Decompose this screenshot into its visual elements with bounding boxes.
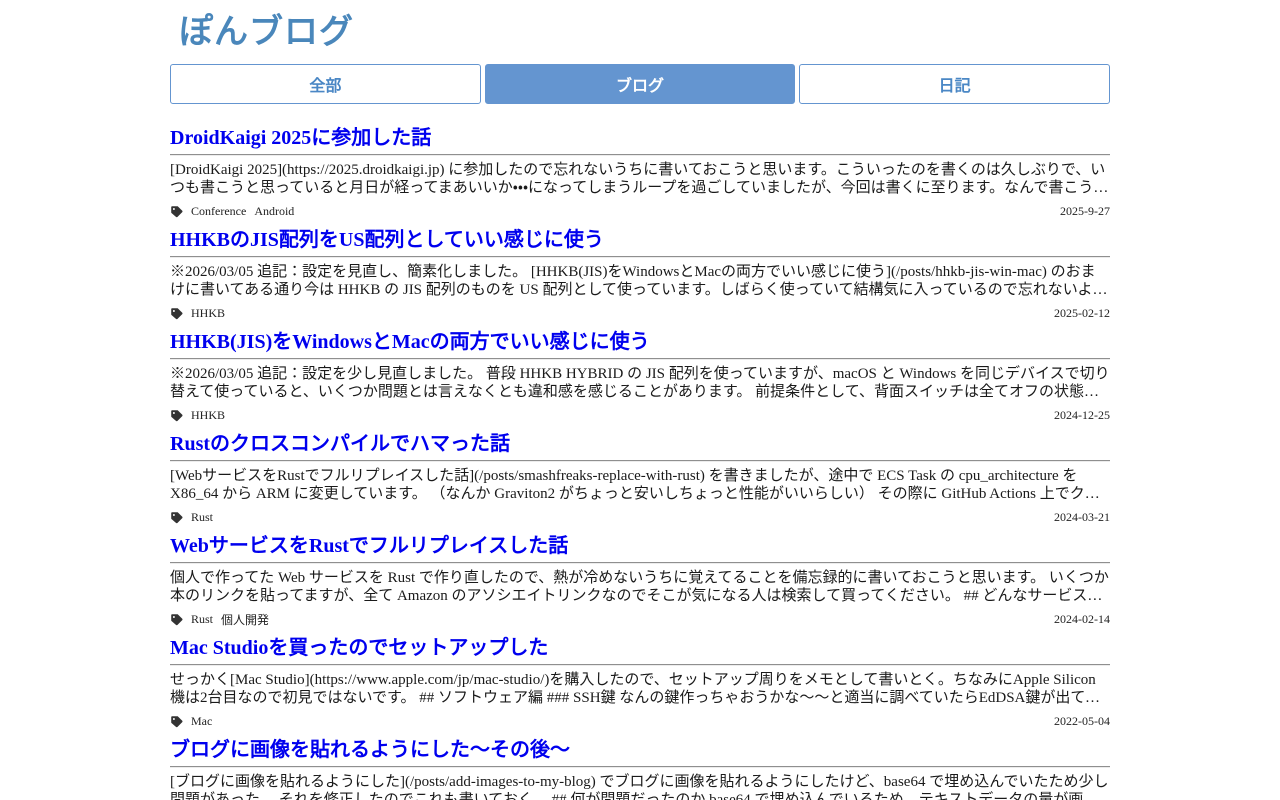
tag-label[interactable]: Android [254, 204, 294, 219]
tab-label: ブログ [616, 77, 665, 95]
post-meta: Rust 2024-03-21 [170, 510, 1110, 525]
post-excerpt: 個人で作ってた Web サービスを Rust で作り直したので、熱が冷めないうち… [170, 569, 1109, 605]
post-meta: HHKB 2024-12-25 [170, 408, 1110, 423]
tag-label[interactable]: 個人開発 [221, 611, 269, 628]
post: DroidKaigi 2025に参加した話 [DroidKaigi 2025](… [170, 126, 1110, 219]
post-tags: Conference Android [170, 204, 294, 219]
post-tags: Rust 個人開発 [170, 611, 269, 628]
tag-icon [170, 409, 183, 422]
tag-icon [170, 715, 183, 728]
post: ブログに画像を貼れるようにした〜その後〜 [ブログに画像を貼れるようにした](/… [170, 738, 1110, 800]
post-title-link[interactable]: Mac Studioを買ったのでセットアップした [170, 636, 548, 661]
title-divider [170, 459, 1110, 462]
post-title-link[interactable]: DroidKaigi 2025に参加した話 [170, 126, 431, 151]
tag-label[interactable]: Rust [191, 510, 213, 525]
title-divider [170, 255, 1110, 258]
title-divider [170, 153, 1110, 156]
tab-label: 日記 [938, 77, 971, 95]
page-container: ぽんブログ 全部 ブログ 日記 DroidKaigi 2025に参加した話 [D… [170, 12, 1111, 800]
post-tags: HHKB [170, 408, 225, 423]
post-meta: Rust 個人開発 2024-02-14 [170, 612, 1110, 627]
post: Rustのクロスコンパイルでハマった話 [WebサービスをRustでフルリプレイ… [170, 432, 1110, 525]
post-date: 2022-05-04 [1054, 713, 1110, 728]
tab-bar: 全部 ブログ 日記 [170, 63, 1111, 104]
post-excerpt: ※2026/03/05 追記：設定を見直し、簡素化しました。 [HHKB(JIS… [170, 263, 1108, 299]
post-excerpt: せっかく[Mac Studio](https://www.apple.com/j… [170, 671, 1100, 707]
title-divider [170, 765, 1110, 768]
tag-icon [170, 511, 183, 524]
post: Mac Studioを買ったのでセットアップした せっかく[Mac Studio… [170, 636, 1110, 729]
post: HHKB(JIS)をWindowsとMacの両方でいい感じに使う ※2026/0… [170, 330, 1110, 423]
title-divider [170, 357, 1110, 360]
post-title-link[interactable]: HHKBのJIS配列をUS配列としていい感じに使う [170, 228, 604, 253]
post-meta: HHKB 2025-02-12 [170, 306, 1110, 321]
post-excerpt: [ブログに画像を貼れるようにした](/posts/add-images-to-m… [170, 773, 1109, 800]
tag-label[interactable]: Conference [191, 204, 246, 219]
post-date: 2025-9-27 [1060, 203, 1110, 218]
post-title-link[interactable]: Rustのクロスコンパイルでハマった話 [170, 432, 510, 457]
tag-icon [170, 205, 183, 218]
post-date: 2024-02-14 [1054, 611, 1110, 626]
tab-label: 全部 [309, 77, 342, 95]
site-title: ぽんブログ [179, 13, 354, 51]
post-meta: Conference Android 2025-9-27 [170, 204, 1110, 219]
post-title-link[interactable]: ブログに画像を貼れるようにした〜その後〜 [170, 738, 570, 763]
post-tags: Mac [170, 714, 212, 729]
post-tags: Rust [170, 510, 213, 525]
post-date: 2024-12-25 [1054, 407, 1110, 422]
tab[interactable]: ブログ [484, 63, 796, 104]
post-excerpt: [DroidKaigi 2025](https://2025.droidkaig… [170, 161, 1109, 197]
tab[interactable]: 全部 [170, 63, 481, 104]
post-title-link[interactable]: WebサービスをRustでフルリプレイスした話 [170, 534, 568, 559]
post: HHKBのJIS配列をUS配列としていい感じに使う ※2026/03/05 追記… [170, 228, 1110, 321]
title-divider [170, 561, 1110, 564]
tag-icon [170, 307, 183, 320]
post-tags: HHKB [170, 306, 225, 321]
post-list: DroidKaigi 2025に参加した話 [DroidKaigi 2025](… [170, 126, 1110, 800]
tab[interactable]: 日記 [799, 63, 1111, 104]
title-divider [170, 663, 1110, 666]
post-excerpt: ※2026/03/05 追記：設定を少し見直しました。 普段 HHKB HYBR… [170, 365, 1110, 401]
post: WebサービスをRustでフルリプレイスした話 個人で作ってた Web サービス… [170, 534, 1110, 627]
post-date: 2025-02-12 [1054, 305, 1110, 320]
post-meta: Mac 2022-05-04 [170, 714, 1110, 729]
tag-label[interactable]: Mac [191, 714, 212, 729]
post-title-link[interactable]: HHKB(JIS)をWindowsとMacの両方でいい感じに使う [170, 330, 650, 355]
post-date: 2024-03-21 [1054, 509, 1110, 524]
post-excerpt: [WebサービスをRustでフルリプレイスした話](/posts/smashfr… [170, 467, 1100, 503]
tag-label[interactable]: Rust [191, 612, 213, 627]
tag-label[interactable]: HHKB [191, 408, 225, 423]
tag-icon [170, 613, 183, 626]
tag-label[interactable]: HHKB [191, 306, 225, 321]
